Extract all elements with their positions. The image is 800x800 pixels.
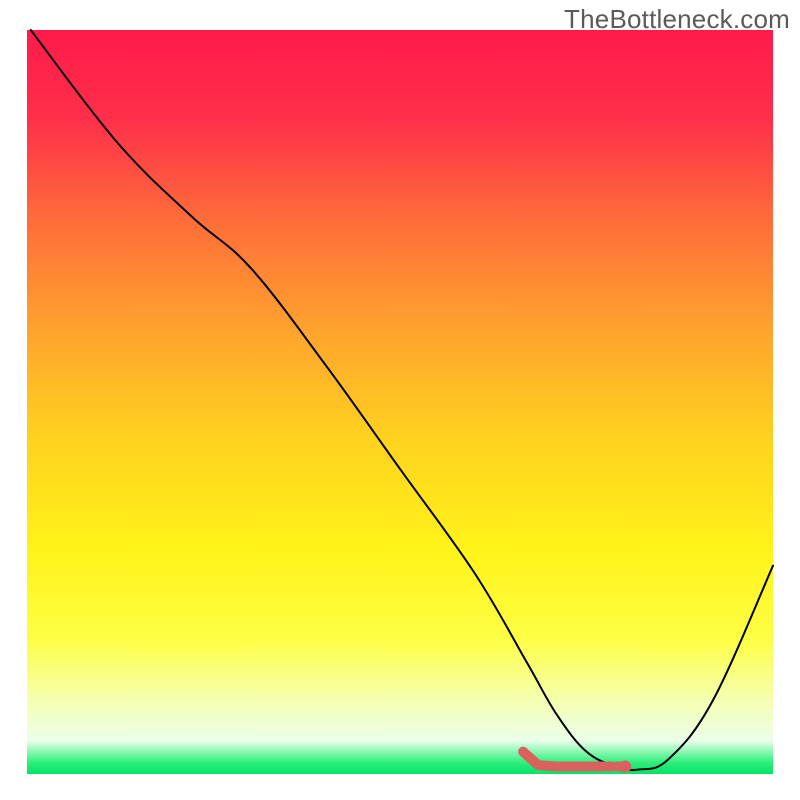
marker-dot (619, 761, 631, 773)
watermark-text: TheBottleneck.com (564, 4, 790, 35)
chart-container: TheBottleneck.com (0, 0, 800, 800)
bottleneck-chart (0, 0, 800, 800)
plot-background (27, 30, 773, 774)
